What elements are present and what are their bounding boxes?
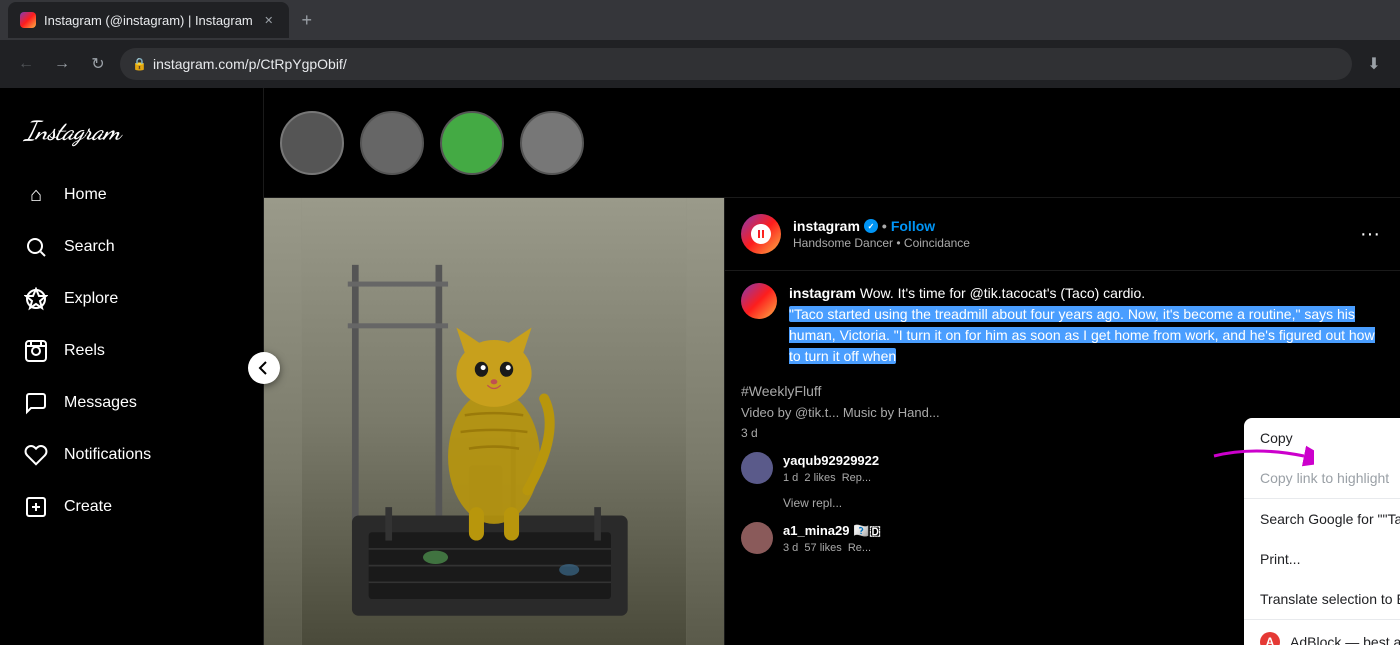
url-path: /p/CtRpYgpObif/: [245, 56, 347, 72]
sidebar-label-search: Search: [64, 238, 115, 256]
sidebar: Instagram ⌂ Home Search Explore: [0, 88, 264, 645]
sidebar-item-home[interactable]: ⌂ Home: [12, 171, 251, 219]
print-label: Print...: [1260, 551, 1300, 567]
adblock-label: AdBlock — best ad blocker: [1290, 634, 1400, 645]
sidebar-item-notifications[interactable]: Notifications: [12, 431, 251, 479]
reels-icon: [24, 339, 48, 363]
post-area: instagram ✓ • Follow Handsome Dancer • C…: [264, 198, 1400, 645]
caption-avatar: [741, 283, 777, 319]
sidebar-item-search[interactable]: Search: [12, 223, 251, 271]
story-avatar-2[interactable]: [360, 111, 424, 175]
url-domain: instagram.com: [153, 56, 245, 72]
app-container: Instagram ⌂ Home Search Explore: [0, 88, 1400, 645]
adblock-icon: A: [1260, 632, 1280, 645]
comment-avatar-2: [741, 522, 773, 554]
story-avatar-4[interactable]: [520, 111, 584, 175]
sidebar-label-messages: Messages: [64, 394, 137, 412]
post-user-info: instagram ✓ • Follow Handsome Dancer • C…: [793, 218, 1356, 250]
address-bar: ← → ↻ 🔒 instagram.com/p/CtRpYgpObif/ ⬇: [0, 40, 1400, 88]
browser-chrome: Instagram (@instagram) | Instagram ✕ + ←…: [0, 0, 1400, 88]
context-menu-item-search-google[interactable]: Search Google for ""Taco started using t…: [1244, 499, 1400, 539]
post-user-avatar[interactable]: [741, 214, 781, 254]
caption-text: instagram Wow. It's time for @tik.tacoca…: [789, 283, 1384, 367]
tab-title: Instagram (@instagram) | Instagram: [44, 13, 253, 28]
forward-button[interactable]: →: [48, 50, 76, 78]
back-navigation-button[interactable]: [248, 352, 280, 384]
main-content: instagram ✓ • Follow Handsome Dancer • C…: [264, 88, 1400, 645]
story-bar: [264, 88, 1400, 198]
search-google-label: Search Google for ""Taco started using t…: [1260, 511, 1400, 527]
selected-text: "Taco started using the treadmill about …: [789, 306, 1375, 364]
comment-username-2: a1_mina29 🇩🇩🇩: [783, 523, 881, 538]
back-button[interactable]: ←: [12, 50, 40, 78]
active-tab[interactable]: Instagram (@instagram) | Instagram ✕: [8, 2, 289, 38]
context-menu-item-translate[interactable]: Translate selection to English: [1244, 579, 1400, 619]
copy-arrow: [1204, 436, 1314, 476]
sidebar-label-reels: Reels: [64, 342, 105, 360]
instagram-logo: Instagram: [12, 104, 251, 171]
lock-icon: 🔒: [132, 57, 147, 71]
url-text: instagram.com/p/CtRpYgpObif/: [153, 56, 347, 72]
gym-background: [264, 198, 724, 645]
translate-label: Translate selection to English: [1260, 591, 1400, 607]
context-menu-item-print[interactable]: Print...: [1244, 539, 1400, 579]
sidebar-item-explore[interactable]: Explore: [12, 275, 251, 323]
sidebar-item-messages[interactable]: Messages: [12, 379, 251, 427]
gym-illustration: [264, 198, 724, 645]
story-avatar-3[interactable]: [440, 111, 504, 175]
explore-icon: [24, 287, 48, 311]
sidebar-item-reels[interactable]: Reels: [12, 327, 251, 375]
post-subtitle: Handsome Dancer • Coincidance: [793, 236, 1356, 250]
follow-button[interactable]: Follow: [891, 218, 935, 234]
create-icon: [24, 495, 48, 519]
comment-username-1: yaqub92929922: [783, 453, 879, 468]
sidebar-label-explore: Explore: [64, 290, 118, 308]
download-icon: ⬇: [1360, 50, 1388, 78]
post-image: [264, 198, 724, 645]
sidebar-label-notifications: Notifications: [64, 446, 151, 464]
comment-avatar-1: [741, 452, 773, 484]
tab-close-button[interactable]: ✕: [261, 12, 277, 28]
post-caption: instagram Wow. It's time for @tik.tacoca…: [725, 271, 1400, 379]
post-username: instagram ✓ • Follow: [793, 218, 1356, 234]
caption-username: instagram: [789, 285, 856, 301]
url-input[interactable]: 🔒 instagram.com/p/CtRpYgpObif/: [120, 48, 1352, 80]
home-icon: ⌂: [24, 183, 48, 207]
post-header: instagram ✓ • Follow Handsome Dancer • C…: [725, 198, 1400, 271]
dot-separator: •: [882, 218, 887, 234]
search-icon: [24, 235, 48, 259]
context-menu-item-adblock[interactable]: A AdBlock — best ad blocker: [1244, 620, 1400, 645]
instagram-favicon: [20, 12, 36, 28]
story-avatar-1[interactable]: [280, 111, 344, 175]
reload-button[interactable]: ↻: [84, 50, 112, 78]
tab-bar: Instagram (@instagram) | Instagram ✕ +: [0, 0, 1400, 40]
hashtag-text: #WeeklyFluff: [725, 379, 1400, 403]
caption-intro: Wow. It's time for @tik.tacocat's (Taco)…: [860, 285, 1145, 301]
more-options-button[interactable]: ···: [1356, 219, 1384, 250]
sidebar-label-home: Home: [64, 186, 107, 204]
messages-icon: [24, 391, 48, 415]
sidebar-label-create: Create: [64, 498, 112, 516]
new-tab-button[interactable]: +: [293, 6, 321, 34]
sidebar-item-create[interactable]: Create: [12, 483, 251, 531]
verified-badge: ✓: [864, 219, 878, 233]
notifications-icon: [24, 443, 48, 467]
